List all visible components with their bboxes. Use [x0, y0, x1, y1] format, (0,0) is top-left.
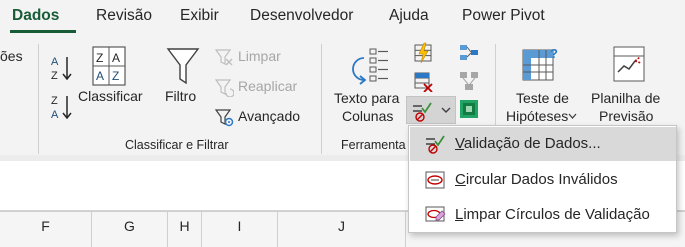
- svg-text:Z: Z: [112, 69, 119, 83]
- circle-invalid-data-icon: [425, 171, 445, 189]
- planilha-de-label-2: Previsão: [599, 108, 654, 124]
- gerenciar-modelo-de-dados-button[interactable]: [458, 98, 480, 120]
- tab-ajuda[interactable]: Ajuda: [389, 7, 429, 25]
- preenchimento-relampago-button[interactable]: [412, 42, 434, 64]
- svg-text:Z: Z: [51, 95, 58, 107]
- ribbon-tabs: Dados Revisão Exibir Desenvolvedor Ajuda…: [0, 0, 685, 34]
- menu-item-validacao-de-dados[interactable]: Validação de Dados...: [410, 127, 676, 161]
- filter-funnel-icon: [166, 48, 200, 85]
- menu-item-label: Limpar Círculos de Validação: [455, 206, 650, 223]
- menu-item-label: Circular Dados Inválidos: [455, 171, 618, 188]
- column-header-h[interactable]: H: [168, 212, 202, 247]
- reapply-filter-icon: [214, 79, 234, 97]
- active-tab-indicator: [10, 30, 76, 33]
- what-if-analysis-icon: ?: [522, 46, 558, 81]
- column-header-g[interactable]: G: [92, 212, 168, 247]
- tab-power-pivot[interactable]: Power Pivot: [462, 7, 545, 25]
- avancado-button[interactable]: Avançado: [212, 106, 308, 128]
- data-validation-icon: [413, 102, 432, 122]
- teste-de-label-2: Hipóteses: [506, 108, 569, 124]
- advanced-filter-icon: [214, 109, 234, 127]
- texto-para-label-1: Texto para: [334, 90, 400, 106]
- clear-filter-icon: [214, 49, 233, 66]
- reaplicar-label: Reaplicar: [238, 78, 298, 94]
- consolidate-icon: [460, 45, 478, 60]
- svg-text:Z: Z: [96, 51, 103, 65]
- limpar-label: Limpar: [238, 48, 281, 64]
- clear-validation-circles-icon: [425, 206, 446, 222]
- menu-label-rest: ircular Dados Inválidos: [465, 171, 618, 188]
- clipped-group-label: ões: [0, 48, 23, 64]
- filtro-label: Filtro: [165, 88, 197, 104]
- tab-dados[interactable]: Dados: [12, 7, 59, 25]
- svg-text:Z: Z: [51, 70, 58, 82]
- menu-label-rest: impar Círculos de Validação: [463, 206, 650, 223]
- teste-de-label-1: Teste de: [516, 90, 569, 106]
- svg-text:A: A: [51, 56, 59, 68]
- column-header-i[interactable]: I: [202, 212, 278, 247]
- sort-ascending-icon: A Z: [51, 56, 72, 82]
- group-separator: [321, 44, 322, 154]
- limpar-button[interactable]: Limpar: [212, 46, 302, 68]
- reaplicar-button[interactable]: Reaplicar: [212, 76, 308, 98]
- tab-desenvolvedor[interactable]: Desenvolvedor: [250, 7, 353, 25]
- data-validation-dropdown-menu: Validação de Dados... Circular Dados Inv…: [408, 125, 677, 233]
- sort-dialog-icon: Z A A Z: [92, 46, 126, 86]
- classificar-label: Classificar: [78, 88, 143, 104]
- texto-para-label-2: Colunas: [342, 108, 394, 124]
- data-validation-icon: [426, 135, 445, 154]
- tab-exibir[interactable]: Exibir: [180, 7, 219, 25]
- flash-fill-icon: [414, 42, 432, 64]
- svg-text:?: ?: [550, 46, 558, 61]
- planilha-de-label-1: Planilha de: [591, 90, 661, 106]
- menu-accelerator-key: V: [455, 135, 464, 152]
- sort-descending-button[interactable]: Z A: [48, 91, 74, 123]
- consolidar-button[interactable]: [458, 42, 480, 64]
- group-label-ferramentas-partial: Ferramenta: [341, 138, 406, 152]
- remove-duplicates-icon: [414, 72, 433, 92]
- classificar-button[interactable]: Z A A Z Classificar: [76, 42, 146, 114]
- column-header-f[interactable]: F: [0, 212, 92, 247]
- teste-de-hipoteses-button[interactable]: ? Teste de Hipóteses: [500, 42, 580, 126]
- menu-item-limpar-circulos-de-validacao[interactable]: Limpar Círculos de Validação: [410, 198, 676, 232]
- menu-accelerator-key: C: [455, 171, 466, 188]
- planilha-de-previsao-button[interactable]: Planilha de Previsão: [584, 42, 674, 126]
- forecast-sheet-icon: [613, 46, 645, 82]
- svg-text:A: A: [112, 51, 120, 65]
- menu-item-circular-dados-invalidos[interactable]: Circular Dados Inválidos: [410, 163, 676, 197]
- chevron-down-icon: [441, 107, 451, 113]
- menu-label-rest: alidação de Dados...: [463, 135, 601, 152]
- text-to-columns-icon: [352, 48, 388, 85]
- column-header-j[interactable]: J: [278, 212, 406, 247]
- avancado-label: Avançado: [238, 108, 301, 124]
- svg-text:A: A: [51, 109, 59, 121]
- svg-text:A: A: [96, 69, 104, 83]
- relacoes-button[interactable]: [458, 70, 480, 92]
- texto-para-colunas-button[interactable]: Texto para Colunas: [330, 42, 410, 126]
- validacao-de-dados-split-button[interactable]: [406, 96, 456, 124]
- data-model-icon: [460, 100, 478, 118]
- tab-revisao[interactable]: Revisão: [96, 7, 152, 25]
- sort-descending-icon: Z A: [51, 95, 72, 121]
- menu-item-label: Validação de Dados...: [455, 135, 601, 152]
- sort-ascending-button[interactable]: A Z: [48, 52, 74, 84]
- filtro-button[interactable]: Filtro: [160, 42, 206, 114]
- chevron-down-icon: [568, 113, 577, 119]
- group-label-classificar-filtrar: Classificar e Filtrar: [125, 138, 229, 152]
- relationships-icon: [460, 72, 478, 90]
- remover-duplicatas-button[interactable]: [412, 70, 434, 92]
- group-separator: [38, 44, 39, 154]
